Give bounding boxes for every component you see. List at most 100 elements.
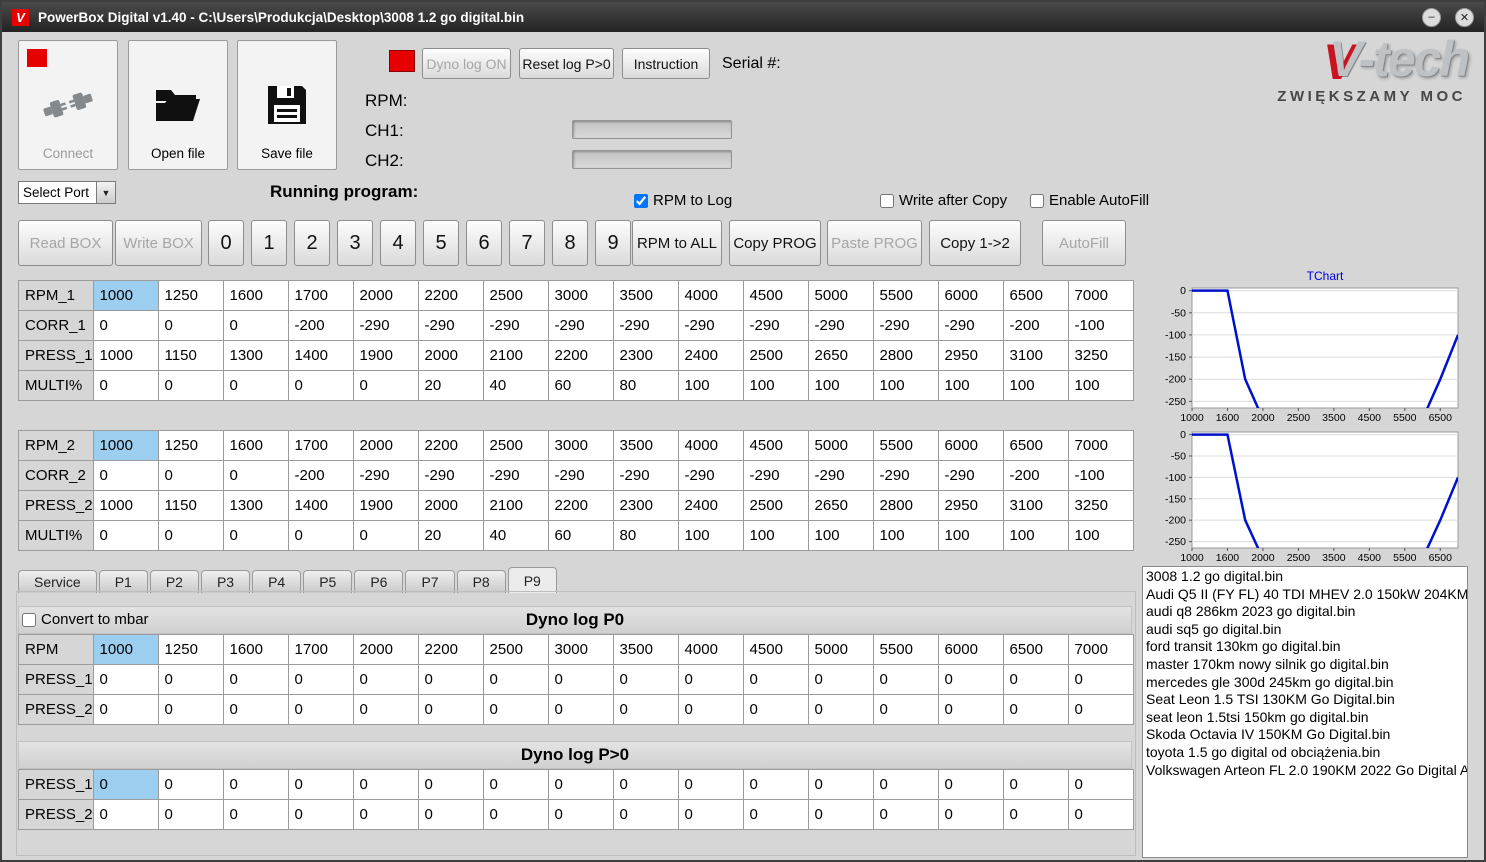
digit-button-0[interactable]: 0 — [208, 220, 244, 266]
cell-MULTI%-10[interactable]: 100 — [742, 370, 809, 401]
cell-PRESS_2-9[interactable]: 0 — [677, 799, 744, 830]
cell-PRESS_2-12[interactable]: 0 — [872, 799, 939, 830]
cell-PRESS_2-9[interactable]: 0 — [677, 694, 744, 725]
cell-PRESS_2-11[interactable]: 2650 — [807, 490, 874, 521]
cell-CORR_2-3[interactable]: -200 — [287, 460, 354, 491]
cell-PRESS_2-0[interactable]: 0 — [92, 694, 159, 725]
cell-PRESS_1-12[interactable]: 0 — [872, 664, 939, 695]
cell-PRESS_2-4[interactable]: 1900 — [352, 490, 419, 521]
reset-log-button[interactable]: Reset log P>0 — [519, 48, 614, 79]
cell-PRESS_2-6[interactable]: 2100 — [482, 490, 549, 521]
cell-PRESS_2-1[interactable]: 1150 — [157, 490, 224, 521]
cell-MULTI%-6[interactable]: 40 — [482, 370, 549, 401]
cell-RPM_2-1[interactable]: 1250 — [157, 430, 224, 461]
cell-PRESS_2-7[interactable]: 2200 — [547, 490, 614, 521]
cell-CORR_1-14[interactable]: -200 — [1002, 310, 1069, 341]
cell-PRESS_1-8[interactable]: 0 — [612, 664, 679, 695]
cell-PRESS_1-12[interactable]: 2800 — [872, 340, 939, 371]
cell-PRESS_1-1[interactable]: 1150 — [157, 340, 224, 371]
cell-MULTI%-2[interactable]: 0 — [222, 370, 289, 401]
cell-RPM_2-2[interactable]: 1600 — [222, 430, 289, 461]
file-list-item[interactable]: toyota 1.5 go digital od obciążenia.bin — [1146, 744, 1464, 762]
convert-to-mbar-checkbox-input[interactable] — [22, 612, 36, 627]
digit-button-9[interactable]: 9 — [595, 220, 631, 266]
cell-CORR_1-0[interactable]: 0 — [92, 310, 159, 341]
cell-PRESS_2-15[interactable]: 3250 — [1067, 490, 1134, 521]
cell-RPM-0[interactable]: 1000 — [92, 634, 159, 665]
cell-RPM_2-15[interactable]: 7000 — [1067, 430, 1134, 461]
cell-CORR_2-9[interactable]: -290 — [677, 460, 744, 491]
cell-PRESS_1-0[interactable]: 0 — [92, 769, 159, 800]
cell-PRESS_2-2[interactable]: 0 — [222, 694, 289, 725]
tab-p7[interactable]: P7 — [405, 570, 455, 593]
cell-CORR_1-2[interactable]: 0 — [222, 310, 289, 341]
cell-PRESS_2-0[interactable]: 0 — [92, 799, 159, 830]
write-after-copy-checkbox-input[interactable] — [880, 193, 894, 208]
cell-RPM_2-9[interactable]: 4000 — [677, 430, 744, 461]
tab-service[interactable]: Service — [18, 570, 97, 593]
cell-PRESS_2-13[interactable]: 2950 — [937, 490, 1004, 521]
cell-PRESS_2-10[interactable]: 0 — [742, 799, 809, 830]
cell-MULTI%-7[interactable]: 60 — [547, 520, 614, 551]
connect-button[interactable]: Connect — [18, 40, 118, 170]
cell-RPM_1-13[interactable]: 6000 — [937, 280, 1004, 311]
cell-RPM_1-11[interactable]: 5000 — [807, 280, 874, 311]
cell-PRESS_1-6[interactable]: 0 — [482, 664, 549, 695]
cell-RPM-5[interactable]: 2200 — [417, 634, 484, 665]
cell-CORR_1-4[interactable]: -290 — [352, 310, 419, 341]
cell-PRESS_2-0[interactable]: 1000 — [92, 490, 159, 521]
select-port-dropdown[interactable]: Select Port ▼ — [18, 181, 116, 204]
cell-CORR_1-3[interactable]: -200 — [287, 310, 354, 341]
cell-PRESS_1-8[interactable]: 2300 — [612, 340, 679, 371]
cell-CORR_2-12[interactable]: -290 — [872, 460, 939, 491]
cell-CORR_1-7[interactable]: -290 — [547, 310, 614, 341]
file-list-item[interactable]: Audi Q5 II (FY FL) 40 TDI MHEV 2.0 150kW… — [1146, 586, 1467, 604]
cell-PRESS_1-11[interactable]: 0 — [807, 664, 874, 695]
cell-RPM_2-5[interactable]: 2200 — [417, 430, 484, 461]
cell-PRESS_2-14[interactable]: 0 — [1002, 799, 1069, 830]
cell-PRESS_1-15[interactable]: 0 — [1067, 769, 1134, 800]
cell-PRESS_2-6[interactable]: 0 — [482, 799, 549, 830]
cell-PRESS_2-3[interactable]: 0 — [287, 694, 354, 725]
cell-PRESS_1-15[interactable]: 3250 — [1067, 340, 1134, 371]
dropdown-arrow-icon[interactable]: ▼ — [96, 181, 116, 204]
cell-MULTI%-13[interactable]: 100 — [937, 520, 1004, 551]
cell-RPM_1-7[interactable]: 3000 — [547, 280, 614, 311]
cell-RPM-6[interactable]: 2500 — [482, 634, 549, 665]
cell-PRESS_2-3[interactable]: 0 — [287, 799, 354, 830]
cell-PRESS_2-4[interactable]: 0 — [352, 694, 419, 725]
cell-MULTI%-8[interactable]: 80 — [612, 370, 679, 401]
tab-p9[interactable]: P9 — [507, 567, 557, 593]
cell-RPM-3[interactable]: 1700 — [287, 634, 354, 665]
tab-p3[interactable]: P3 — [200, 570, 251, 593]
cell-RPM_1-4[interactable]: 2000 — [352, 280, 419, 311]
cell-PRESS_2-5[interactable]: 0 — [417, 694, 484, 725]
cell-RPM-9[interactable]: 4000 — [677, 634, 744, 665]
file-list-item[interactable]: seat leon 1.5tsi 150km go digital.bin — [1146, 709, 1464, 727]
cell-PRESS_1-13[interactable]: 0 — [937, 769, 1004, 800]
cell-PRESS_2-2[interactable]: 0 — [222, 799, 289, 830]
open-file-button[interactable]: Open file — [128, 40, 228, 170]
cell-CORR_2-0[interactable]: 0 — [92, 460, 159, 491]
cell-PRESS_2-15[interactable]: 0 — [1067, 694, 1134, 725]
cell-MULTI%-3[interactable]: 0 — [287, 370, 354, 401]
cell-PRESS_1-3[interactable]: 0 — [287, 664, 354, 695]
cell-CORR_2-10[interactable]: -290 — [742, 460, 809, 491]
file-list-item[interactable]: master 170km nowy silnik go digital.bin — [1146, 656, 1464, 674]
cell-PRESS_2-12[interactable]: 0 — [872, 694, 939, 725]
cell-PRESS_1-13[interactable]: 0 — [937, 664, 1004, 695]
cell-RPM_2-10[interactable]: 4500 — [742, 430, 809, 461]
cell-RPM_2-0[interactable]: 1000 — [92, 430, 159, 461]
cell-MULTI%-5[interactable]: 20 — [417, 520, 484, 551]
cell-MULTI%-1[interactable]: 0 — [157, 520, 224, 551]
cell-PRESS_2-8[interactable]: 0 — [612, 694, 679, 725]
cell-MULTI%-6[interactable]: 40 — [482, 520, 549, 551]
copy-1-to-2-button[interactable]: Copy 1->2 — [929, 220, 1021, 266]
cell-PRESS_1-14[interactable]: 0 — [1002, 664, 1069, 695]
cell-PRESS_2-13[interactable]: 0 — [937, 799, 1004, 830]
cell-MULTI%-15[interactable]: 100 — [1067, 520, 1134, 551]
cell-MULTI%-7[interactable]: 60 — [547, 370, 614, 401]
cell-PRESS_1-3[interactable]: 0 — [287, 769, 354, 800]
cell-RPM_1-5[interactable]: 2200 — [417, 280, 484, 311]
cell-PRESS_2-9[interactable]: 2400 — [677, 490, 744, 521]
